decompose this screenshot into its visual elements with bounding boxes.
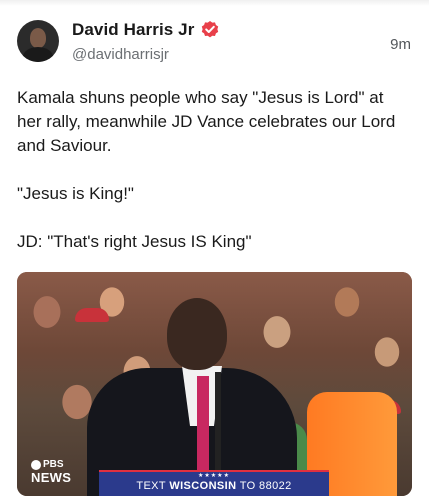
banner-keyword: WISCONSIN xyxy=(169,480,237,492)
banner-prefix: TEXT xyxy=(136,480,170,492)
banner-stars: ★★★★★ xyxy=(198,473,230,479)
post-paragraph: Kamala shuns people who say "Jesus is Lo… xyxy=(17,88,396,155)
rally-banner: ★★★★★ TEXT WISCONSIN TO 88022 xyxy=(99,470,329,496)
pbs-news-text: NEWS xyxy=(31,470,72,485)
post-paragraph: JD: "That's right Jesus IS King" xyxy=(17,232,252,251)
post-card: David Harris Jr @davidharrisjr 9m Kamala… xyxy=(0,0,429,500)
author-handle[interactable]: @davidharrisjr xyxy=(72,46,169,63)
avatar-face xyxy=(30,28,46,48)
banner-suffix: TO 88022 xyxy=(236,480,292,492)
top-divider xyxy=(0,0,429,6)
post-paragraph: "Jesus is King!" xyxy=(17,184,134,203)
author-display-name[interactable]: David Harris Jr xyxy=(72,20,194,40)
banner-text: TEXT WISCONSIN TO 88022 xyxy=(99,480,329,492)
speaker-head xyxy=(167,298,227,370)
author-name-row: David Harris Jr xyxy=(72,20,220,40)
pbs-logo-icon xyxy=(31,459,41,470)
pbs-news-watermark: PBS NEWS xyxy=(31,458,71,484)
avatar[interactable] xyxy=(17,20,59,62)
post-video[interactable]: PBS NEWS ★★★★★ TEXT WISCONSIN TO 88022 xyxy=(17,272,412,496)
speaker-figure xyxy=(87,298,297,496)
post-header: David Harris Jr @davidharrisjr 9m xyxy=(17,18,411,68)
post-body: Kamala shuns people who say "Jesus is Lo… xyxy=(17,86,411,254)
post-timestamp: 9m xyxy=(390,36,411,53)
verified-badge-icon xyxy=(200,20,220,40)
avatar-body xyxy=(23,47,53,62)
